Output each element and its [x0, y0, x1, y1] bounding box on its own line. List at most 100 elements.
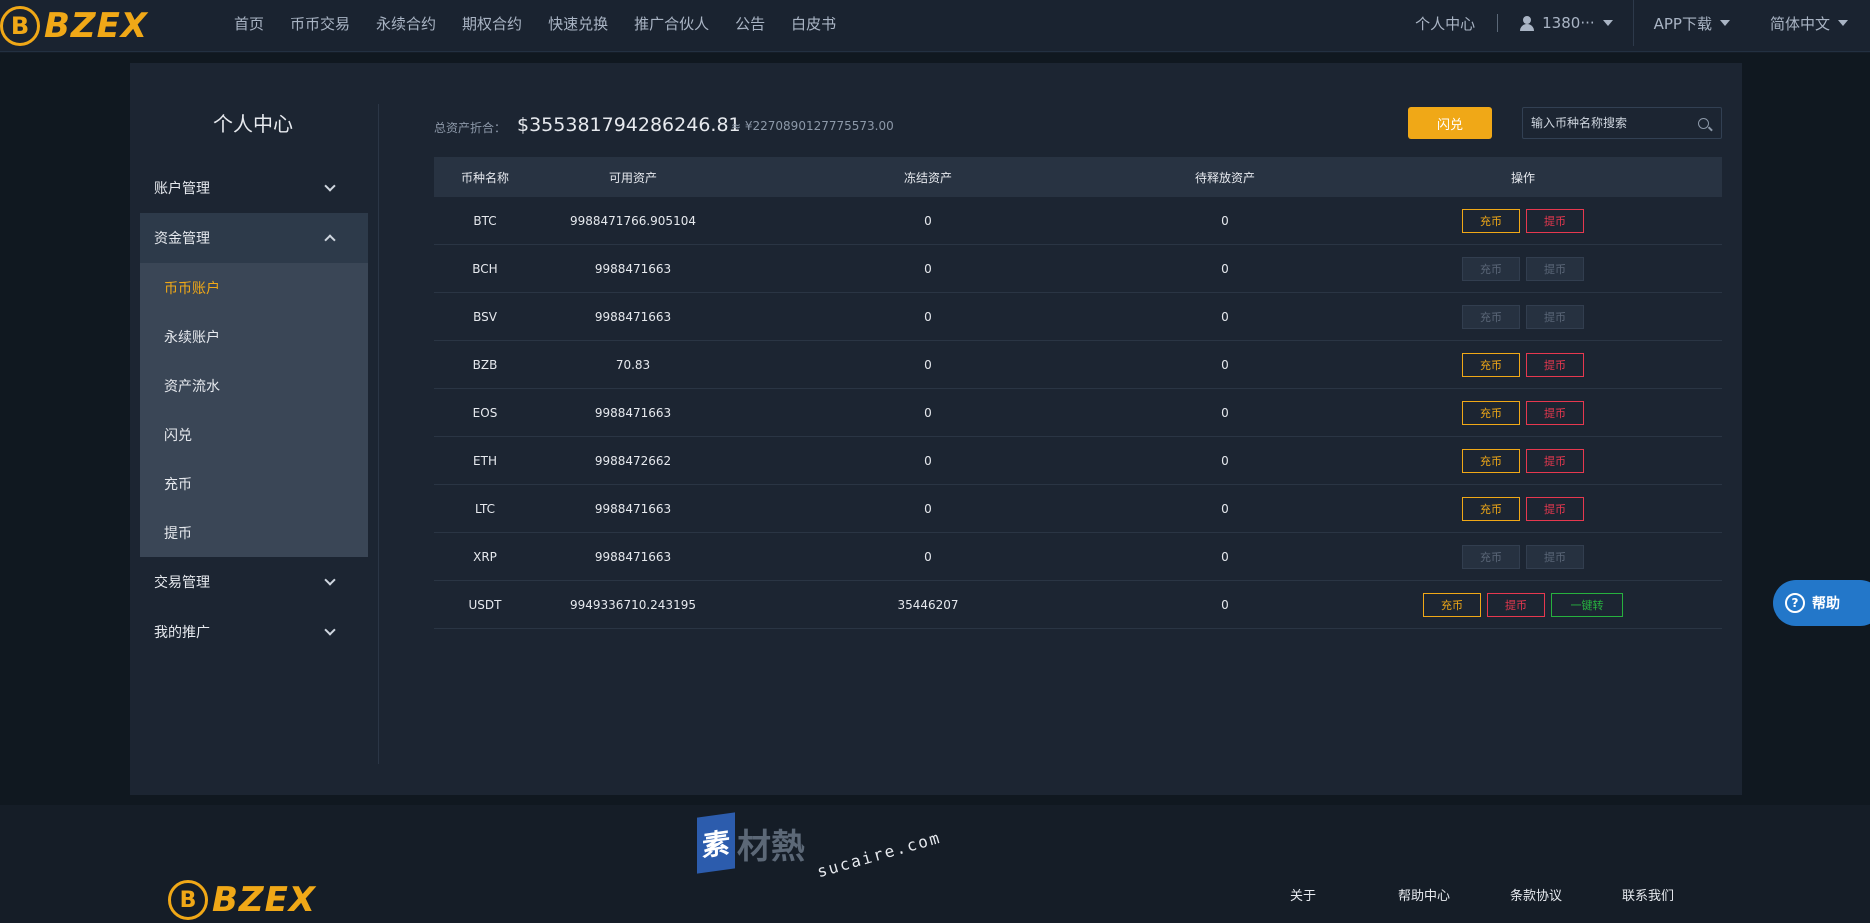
table-row: BTC 9988471766.905104 0 0 充币 提币 [434, 197, 1722, 245]
sidebar-group-funds[interactable]: 资金管理 [140, 213, 368, 263]
sidebar-group-account[interactable]: 账户管理 [140, 163, 368, 213]
table-header: 币种名称 可用资产 冻结资产 待释放资产 操作 [434, 157, 1722, 197]
deposit-button[interactable]: 充币 [1462, 304, 1520, 329]
withdraw-button[interactable]: 提币 [1526, 304, 1584, 329]
brand-logo-icon: B [0, 6, 40, 46]
deposit-button[interactable]: 充币 [1462, 544, 1520, 569]
coin-name: BTC [473, 213, 497, 228]
flash-exchange-button[interactable]: 闪兑 [1408, 107, 1492, 139]
pending-amount: 0 [1221, 501, 1229, 516]
footer-brand-name: BZEX [212, 880, 317, 920]
nav-perpetual-contract[interactable]: 永续合约 [376, 13, 436, 34]
available-amount: 9949336710.243195 [570, 597, 696, 612]
pending-amount: 0 [1221, 261, 1229, 276]
pending-amount: 0 [1221, 309, 1229, 324]
top-navbar: B BZEX 首页 币币交易 永续合约 期权合约 快速兑换 推广合伙人 公告 白… [0, 0, 1870, 52]
footer-link-terms[interactable]: 条款协议 [1510, 885, 1562, 904]
table-row: XRP 9988471663 0 0 充币 提币 [434, 533, 1722, 581]
watermark-box: 素 [697, 812, 735, 874]
coin-name: XRP [473, 549, 497, 564]
sidebar-group-promotion[interactable]: 我的推广 [140, 607, 368, 657]
row-actions: 充币 提币 [1324, 544, 1722, 569]
footer-link-about[interactable]: 关于 [1290, 885, 1316, 904]
coin-name: LTC [474, 501, 496, 516]
coin-search-input[interactable] [1523, 116, 1698, 130]
sidebar-group-label: 交易管理 [154, 575, 210, 591]
pending-amount: 0 [1221, 597, 1229, 612]
deposit-button[interactable]: 充币 [1462, 208, 1520, 233]
coin-search [1522, 107, 1722, 139]
assets-table: 币种名称 可用资产 冻结资产 待释放资产 操作 BTC 9988471766.90… [434, 157, 1722, 629]
language-menu[interactable]: 简体中文 [1770, 13, 1848, 34]
sidebar-submenu-funds: 币币账户 永续账户 资产流水 闪兑 充币 提币 [140, 263, 368, 557]
chevron-up-icon [324, 234, 336, 246]
pending-amount: 0 [1221, 405, 1229, 420]
deposit-button[interactable]: 充币 [1423, 592, 1481, 617]
help-button[interactable]: ? 帮助 [1773, 580, 1870, 626]
watermark-cn: 材熱 [737, 826, 805, 867]
withdraw-button[interactable]: 提币 [1526, 544, 1584, 569]
pending-amount: 0 [1221, 549, 1229, 564]
header-frozen: 冻结资产 [903, 170, 952, 185]
frozen-amount: 0 [924, 549, 932, 564]
nav-quick-exchange[interactable]: 快速兑换 [548, 13, 608, 34]
caret-down-icon [1719, 20, 1730, 26]
nav-announcement[interactable]: 公告 [735, 13, 765, 34]
deposit-button[interactable]: 充币 [1462, 400, 1520, 425]
withdraw-button[interactable]: 提币 [1487, 592, 1545, 617]
search-icon[interactable] [1698, 117, 1709, 129]
brand-logo[interactable]: B BZEX [0, 4, 148, 48]
footer-link-contact[interactable]: 联系我们 [1622, 885, 1674, 904]
sidebar-item-deposit[interactable]: 充币 [140, 459, 368, 508]
header-actions: 操作 [1510, 170, 1535, 185]
caret-down-icon [1838, 20, 1848, 26]
available-amount: 9988471663 [594, 405, 672, 420]
sidebar-item-asset-flow[interactable]: 资产流水 [140, 361, 368, 410]
withdraw-button[interactable]: 提币 [1526, 400, 1584, 425]
nav-options-contract[interactable]: 期权合约 [462, 13, 522, 34]
nav-whitepaper[interactable]: 白皮书 [791, 13, 836, 34]
withdraw-button[interactable]: 提币 [1526, 208, 1584, 233]
total-assets-usd: $355381794286246.81 [517, 114, 741, 136]
coin-name: BZB [472, 357, 498, 372]
sidebar-divider [378, 104, 379, 764]
user-name: 1380··· [1542, 14, 1595, 32]
sidebar-item-spot-account[interactable]: 币币账户 [140, 263, 368, 312]
coin-name: BCH [472, 261, 498, 276]
nav-personal-center[interactable]: 个人中心 [1415, 13, 1475, 34]
deposit-button[interactable]: 充币 [1462, 448, 1520, 473]
footer-logo[interactable]: B BZEX [168, 880, 316, 920]
available-amount: 9988471663 [594, 309, 672, 324]
table-body: BTC 9988471766.905104 0 0 充币 提币 BCH 9988471663 0… [434, 197, 1722, 629]
sidebar-group-label: 账户管理 [154, 181, 210, 197]
row-actions: 充币 提币 [1324, 256, 1722, 281]
sidebar-item-withdraw[interactable]: 提币 [140, 508, 368, 557]
nav-home[interactable]: 首页 [234, 13, 264, 34]
nav-partner[interactable]: 推广合伙人 [634, 13, 709, 34]
deposit-button[interactable]: 充币 [1462, 352, 1520, 377]
deposit-button[interactable]: 充币 [1462, 256, 1520, 281]
deposit-button[interactable]: 充币 [1462, 496, 1520, 521]
sidebar-group-trade[interactable]: 交易管理 [140, 557, 368, 607]
withdraw-button[interactable]: 提币 [1526, 256, 1584, 281]
sidebar-item-perpetual-account[interactable]: 永续账户 [140, 312, 368, 361]
app-download-menu[interactable]: APP下载 [1654, 13, 1730, 34]
nav-spot-trading[interactable]: 币币交易 [290, 13, 350, 34]
withdraw-button[interactable]: 提币 [1526, 352, 1584, 377]
footer-link-help-center[interactable]: 帮助中心 [1398, 885, 1450, 904]
row-actions: 充币 提币 [1324, 208, 1722, 233]
pending-amount: 0 [1221, 357, 1229, 372]
frozen-amount: 0 [924, 357, 932, 372]
transfer-button[interactable]: 一键转 [1551, 592, 1623, 617]
header-available: 可用资产 [608, 170, 657, 185]
footer-logo-icon: B [168, 880, 208, 920]
main-nav: 首页 币币交易 永续合约 期权合约 快速兑换 推广合伙人 公告 白皮书 [234, 0, 862, 46]
nav-right: 个人中心 1380··· APP下载 简体中文 [1415, 0, 1870, 46]
help-label: 帮助 [1812, 596, 1840, 612]
available-amount: 9988471663 [594, 501, 672, 516]
user-menu[interactable]: 1380··· [1520, 14, 1613, 32]
sidebar-item-flash-exchange[interactable]: 闪兑 [140, 410, 368, 459]
row-actions: 充币 提币 一键转 [1324, 592, 1722, 617]
withdraw-button[interactable]: 提币 [1526, 448, 1584, 473]
withdraw-button[interactable]: 提币 [1526, 496, 1584, 521]
